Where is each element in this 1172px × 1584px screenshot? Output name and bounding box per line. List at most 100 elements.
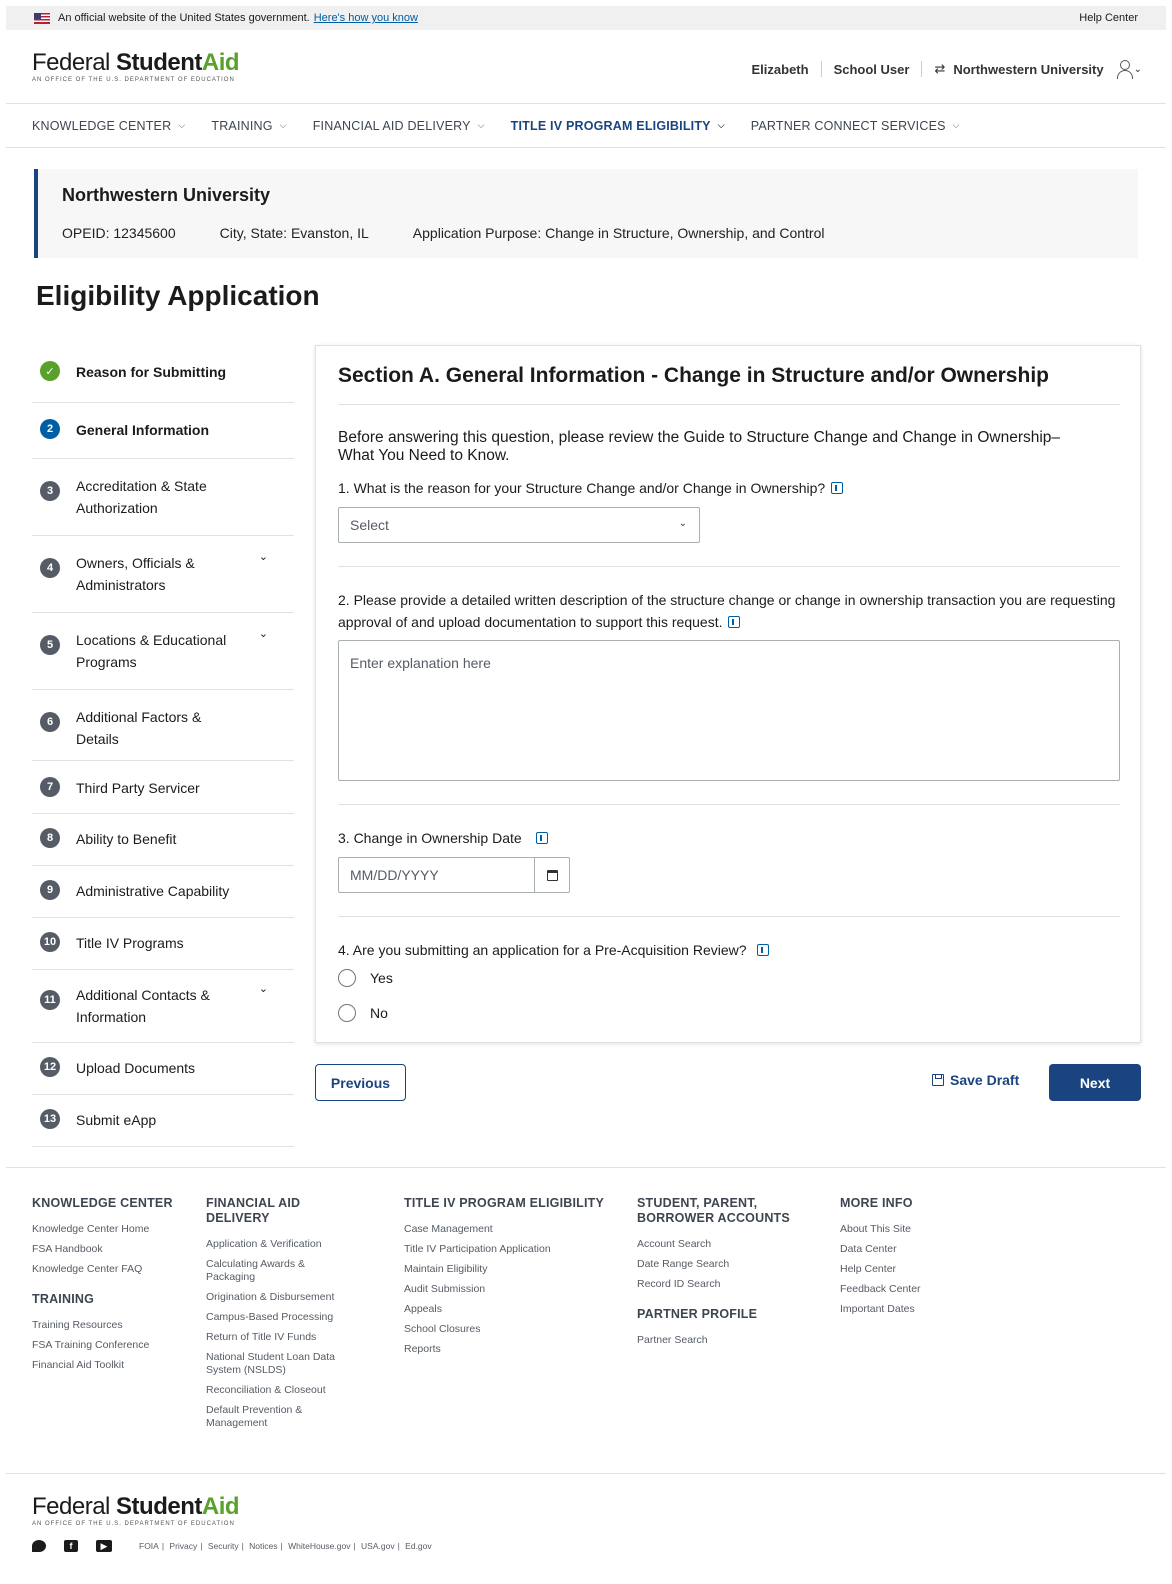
- footer-link[interactable]: National Student Loan Data System (NSLDS…: [206, 1351, 356, 1377]
- step-reason-for-submitting[interactable]: ✓ Reason for Submitting: [32, 345, 294, 403]
- nav-title-iv-program-eligibility[interactable]: TITLE IV PROGRAM ELIGIBILITY ⌵: [511, 119, 725, 133]
- step-accreditation[interactable]: 3 Accreditation & State Authorization: [32, 459, 294, 536]
- nav-financial-aid-delivery[interactable]: FINANCIAL AID DELIVERY ⌵: [313, 119, 485, 133]
- footer-link[interactable]: Feedback Center: [840, 1283, 921, 1296]
- radio-yes[interactable]: Yes: [338, 969, 393, 987]
- footer-link[interactable]: Partner Search: [637, 1334, 807, 1347]
- footer-link[interactable]: Calculating Awards & Packaging: [206, 1258, 326, 1284]
- footer-link[interactable]: Campus-Based Processing: [206, 1311, 366, 1324]
- legal-security[interactable]: Security: [208, 1541, 239, 1551]
- school-meta: OPEID: 12345600 City, State: Evanston, I…: [62, 225, 868, 241]
- intro-text: Before answering this question, please r…: [338, 429, 1061, 464]
- legal-foia[interactable]: FOIA: [139, 1541, 159, 1551]
- nav-training[interactable]: TRAINING ⌵: [211, 119, 286, 133]
- footer-col-accounts: STUDENT, PARENT, BORROWER ACCOUNTS Accou…: [637, 1196, 807, 1354]
- step-title-iv-programs[interactable]: 10 Title IV Programs: [32, 918, 294, 970]
- nav-knowledge-center[interactable]: KNOWLEDGE CENTER ⌵: [32, 119, 185, 133]
- step-ability-to-benefit[interactable]: 8 Ability to Benefit: [32, 814, 294, 866]
- footer-link[interactable]: Appeals: [404, 1303, 604, 1316]
- legal-edgov[interactable]: Ed.gov: [405, 1541, 431, 1551]
- footer-link[interactable]: Record ID Search: [637, 1278, 807, 1291]
- footer-link[interactable]: Case Management: [404, 1223, 604, 1236]
- footer-fsa-logo[interactable]: Federal StudentAid An OFFICE of the U.S.…: [32, 1493, 240, 1528]
- step-general-information[interactable]: 2 General Information: [32, 403, 294, 459]
- step-administrative-capability[interactable]: 9 Administrative Capability: [32, 866, 294, 918]
- step-submit-eapp[interactable]: 13 Submit eApp: [32, 1095, 294, 1147]
- footer-link[interactable]: Account Search: [637, 1238, 807, 1251]
- divider: [338, 404, 1120, 405]
- info-icon[interactable]: [756, 944, 769, 956]
- step-owners-officials[interactable]: 4 Owners, Officials & Administrators ⌄: [32, 536, 294, 613]
- institution-switcher[interactable]: Northwestern University: [953, 62, 1103, 77]
- nav-partner-connect-services[interactable]: PARTNER CONNECT SERVICES ⌵: [751, 119, 960, 133]
- chevron-down-icon[interactable]: ⌄: [259, 627, 268, 640]
- user-name: Elizabeth: [751, 61, 809, 77]
- chevron-down-icon: ⌵: [717, 120, 725, 130]
- step-additional-contacts[interactable]: 11 Additional Contacts & Information ⌄: [32, 970, 294, 1043]
- footer-link[interactable]: Date Range Search: [637, 1258, 807, 1271]
- footer-link[interactable]: School Closures: [404, 1323, 604, 1336]
- swap-icon[interactable]: ⇄: [934, 61, 945, 77]
- radio-circle[interactable]: [338, 969, 356, 987]
- legal-privacy[interactable]: Privacy: [169, 1541, 197, 1551]
- facebook-icon[interactable]: f: [64, 1540, 78, 1552]
- footer-link[interactable]: Training Resources: [32, 1319, 173, 1332]
- person-icon[interactable]: [1116, 60, 1133, 79]
- help-center-link[interactable]: Help Center: [1079, 12, 1138, 24]
- twitter-icon[interactable]: [32, 1540, 46, 1552]
- next-button[interactable]: Next: [1049, 1064, 1141, 1101]
- footer-divider: [6, 1473, 1166, 1474]
- info-icon[interactable]: [831, 482, 844, 494]
- footer-link[interactable]: Title IV Participation Application: [404, 1243, 604, 1256]
- legal-usagov[interactable]: USA.gov: [361, 1541, 395, 1551]
- question-2-label: 2. Please provide a detailed written des…: [338, 589, 1124, 633]
- chevron-down-icon[interactable]: ⌄: [259, 550, 268, 563]
- chevron-down-icon[interactable]: ⌄: [1134, 64, 1142, 75]
- footer-link[interactable]: Return of Title IV Funds: [206, 1331, 366, 1344]
- footer-link[interactable]: FSA Training Conference: [32, 1339, 173, 1352]
- footer-link[interactable]: Origination & Disbursement: [206, 1291, 366, 1304]
- legal-whitehouse[interactable]: WhiteHouse.gov: [288, 1541, 350, 1551]
- fsa-logo[interactable]: Federal StudentAid An OFFICE of the U.S.…: [32, 50, 240, 84]
- heres-how-you-know-link[interactable]: Here's how you know: [314, 12, 418, 24]
- explanation-textarea[interactable]: Enter explanation here: [338, 640, 1120, 781]
- radio-no[interactable]: No: [338, 1004, 388, 1022]
- footer-link[interactable]: Knowledge Center FAQ: [32, 1263, 173, 1276]
- step-third-party-servicer[interactable]: 7 Third Party Servicer: [32, 761, 294, 814]
- footer-link[interactable]: Financial Aid Toolkit: [32, 1359, 173, 1372]
- previous-button[interactable]: Previous: [315, 1064, 406, 1101]
- step-label: General Information: [76, 422, 210, 438]
- footer-link[interactable]: Maintain Eligibility: [404, 1263, 604, 1276]
- step-number: 4: [40, 558, 60, 578]
- footer-link[interactable]: Important Dates: [840, 1303, 921, 1316]
- footer-link[interactable]: Data Center: [840, 1243, 921, 1256]
- ownership-date-field[interactable]: MM/DD/YYYY: [338, 857, 570, 893]
- footer-link[interactable]: Help Center: [840, 1263, 921, 1276]
- logo-student: Student: [116, 1493, 202, 1520]
- footer-link[interactable]: Reconciliation & Closeout: [206, 1384, 366, 1397]
- youtube-icon[interactable]: ▶: [96, 1540, 112, 1552]
- info-icon[interactable]: [728, 616, 741, 628]
- footer-link[interactable]: Default Prevention & Management: [206, 1404, 326, 1430]
- info-icon[interactable]: [535, 832, 548, 844]
- reason-select[interactable]: Select ⌄: [338, 507, 700, 543]
- nav-label: KNOWLEDGE CENTER: [32, 118, 172, 133]
- footer-link[interactable]: FSA Handbook: [32, 1243, 173, 1256]
- footer-link[interactable]: Application & Verification: [206, 1238, 366, 1251]
- footer-link[interactable]: Audit Submission: [404, 1283, 604, 1296]
- step-upload-documents[interactable]: 12 Upload Documents: [32, 1043, 294, 1095]
- step-additional-factors[interactable]: 6 Additional Factors & Details: [32, 690, 294, 761]
- calendar-button[interactable]: [534, 858, 569, 892]
- radio-circle[interactable]: [338, 1004, 356, 1022]
- save-draft-button[interactable]: Save Draft: [932, 1072, 1019, 1088]
- step-locations-programs[interactable]: 5 Locations & Educational Programs ⌄: [32, 613, 294, 690]
- step-number: 3: [40, 481, 60, 501]
- footer-link[interactable]: About This Site: [840, 1223, 921, 1236]
- legal-notices[interactable]: Notices: [249, 1541, 277, 1551]
- chevron-down-icon[interactable]: ⌄: [259, 982, 268, 995]
- footer-link[interactable]: Knowledge Center Home: [32, 1223, 173, 1236]
- footer-col-financial-aid: FINANCIAL AID DELIVERY Application & Ver…: [206, 1196, 366, 1437]
- divider: [338, 916, 1120, 917]
- date-input[interactable]: MM/DD/YYYY: [339, 858, 534, 892]
- footer-link[interactable]: Reports: [404, 1343, 604, 1356]
